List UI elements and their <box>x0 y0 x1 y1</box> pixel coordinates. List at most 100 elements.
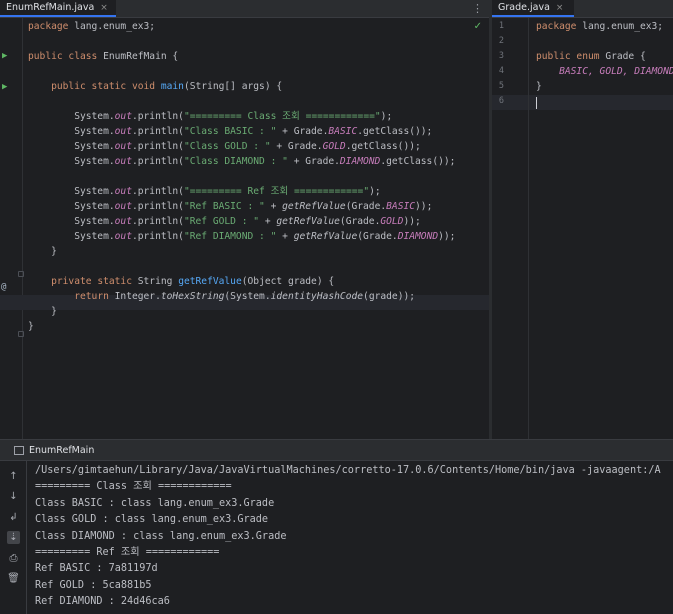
left-tab-bar: EnumRefMain.java × ⋮ <box>0 0 489 18</box>
tab-label: EnumRefMain <box>29 444 95 456</box>
soft-wrap-icon[interactable]: ↲ <box>7 511 20 524</box>
console-line: ========= Ref 조회 ============ <box>35 547 220 559</box>
right-gutter: 1 2 3 4 5 6 <box>492 18 529 439</box>
console-line: Class GOLD : class lang.enum_ex3.Grade <box>35 514 269 526</box>
console-output[interactable]: /Users/gimtaehun/Library/Java/JavaVirtua… <box>35 463 673 611</box>
code-line: } <box>536 79 673 94</box>
code-token: } <box>28 246 57 257</box>
code-token: toHexString <box>160 291 225 302</box>
code-token: + <box>276 231 294 242</box>
code-token: (Grade. <box>357 231 398 242</box>
code-token: .getClass()); <box>345 141 421 152</box>
code-token: out <box>114 216 132 227</box>
code-token: .println( <box>131 126 184 137</box>
override-icon[interactable]: @ <box>1 282 6 292</box>
run-icon[interactable]: ▶ <box>2 51 7 61</box>
code-token: + Grade. <box>287 156 340 167</box>
code-line: public class EnumRefMain { <box>28 49 455 64</box>
code-token: Integer. <box>108 291 161 302</box>
code-line: System.out.println("========= Ref 조회 ===… <box>28 184 455 199</box>
editor-pane-grade[interactable]: Grade.java × 1 2 3 4 5 6 package lang.enum_ex… <box>492 0 673 439</box>
line-number: 1 <box>498 21 504 31</box>
line-number: 4 <box>498 66 504 76</box>
fold-icon[interactable] <box>18 331 24 337</box>
code-token: package <box>536 21 577 32</box>
code-line: public enum Grade { <box>536 49 673 64</box>
right-tab-bar: Grade.java × <box>492 0 673 18</box>
trash-icon[interactable]: 🗑 <box>7 572 20 585</box>
code-token: "Class DIAMOND : " <box>183 156 288 167</box>
code-token: } <box>536 81 542 92</box>
code-token: "Ref DIAMOND : " <box>183 231 277 242</box>
code-token: EnumRefMain { <box>97 51 179 62</box>
code-token: (Grade. <box>339 216 381 227</box>
code-line: System.out.println("========= Class 조회 =… <box>28 109 455 124</box>
run-tool-bar: EnumRefMain <box>0 440 673 461</box>
code-token: GOLD <box>380 216 404 227</box>
more-options-icon[interactable]: ⋮ <box>472 2 483 15</box>
print-icon[interactable]: ⎙ <box>7 552 20 565</box>
code-line: System.out.println("Ref GOLD : " + getRe… <box>28 214 455 229</box>
code-line: BASIC, GOLD, DIAMOND <box>536 64 673 79</box>
code-token: + Grade. <box>270 141 323 152</box>
arrow-up-icon[interactable]: ↑ <box>7 470 20 483</box>
code-token: identityHashCode <box>270 291 364 302</box>
scroll-to-end-icon[interactable]: ⇣ <box>7 531 20 544</box>
code-area[interactable]: package lang.enum_ex3; public enum Grade … <box>536 19 673 109</box>
code-token: + <box>264 201 283 212</box>
code-token: + <box>259 216 277 227</box>
run-icon[interactable]: ▶ <box>2 82 7 92</box>
code-token: BASIC <box>386 201 416 212</box>
text-caret <box>536 97 537 109</box>
line-number: 5 <box>498 81 504 91</box>
code-token: ); <box>380 111 393 122</box>
console-line: Class BASIC : class lang.enum_ex3.Grade <box>35 497 275 509</box>
close-icon[interactable]: × <box>100 3 108 13</box>
code-token: .getClass()); <box>380 156 456 167</box>
no-problems-check-icon[interactable]: ✓ <box>474 21 482 32</box>
code-token: out <box>114 201 132 212</box>
code-token: getRefValue <box>293 231 358 242</box>
console-line: Class DIAMOND : class lang.enum_ex3.Grad… <box>35 530 287 542</box>
code-token: )); <box>438 231 456 242</box>
code-token: ); <box>369 186 381 197</box>
code-token: .println( <box>131 231 184 242</box>
code-token: "Ref BASIC : " <box>183 201 265 212</box>
code-token: public class <box>28 51 98 62</box>
line-number: 2 <box>498 36 504 46</box>
tab-grade[interactable]: Grade.java × <box>492 0 574 17</box>
code-token: "========= Ref 조회 ============" <box>183 186 370 197</box>
code-token: BASIC, GOLD, DIAMOND <box>559 66 673 77</box>
code-token: public enum <box>536 51 600 62</box>
code-token: (String[] args) { <box>183 81 283 92</box>
code-token: package <box>28 21 69 32</box>
fold-icon[interactable] <box>18 271 24 277</box>
editor-pane-enumrefmain[interactable]: EnumRefMain.java × ⋮ ▶ ▶ @ package lang.… <box>0 0 489 439</box>
code-line: } <box>28 244 455 259</box>
code-token: "Class BASIC : " <box>183 126 277 137</box>
code-line: } <box>28 319 455 334</box>
code-area[interactable]: package lang.enum_ex3; public class EnumR… <box>28 19 455 334</box>
code-token: .println( <box>131 141 184 152</box>
tab-label: EnumRefMain.java <box>6 2 95 13</box>
code-token: } <box>28 306 57 317</box>
code-token: )); <box>403 216 421 227</box>
code-token: System. <box>28 111 115 122</box>
code-token: out <box>114 231 132 242</box>
tab-enumrefmain[interactable]: EnumRefMain.java × <box>0 0 116 17</box>
run-tool-window: EnumRefMain ↑ ↓ ↲ ⇣ ⎙ 🗑 /Users/gimtaehun… <box>0 439 673 614</box>
code-token: out <box>114 156 132 167</box>
close-icon[interactable]: × <box>556 3 564 13</box>
code-token: Grade { <box>599 51 646 62</box>
left-gutter: ▶ ▶ @ <box>0 18 24 439</box>
tab-run-enumrefmain[interactable]: EnumRefMain <box>14 440 94 460</box>
arrow-down-icon[interactable]: ↓ <box>7 490 20 503</box>
